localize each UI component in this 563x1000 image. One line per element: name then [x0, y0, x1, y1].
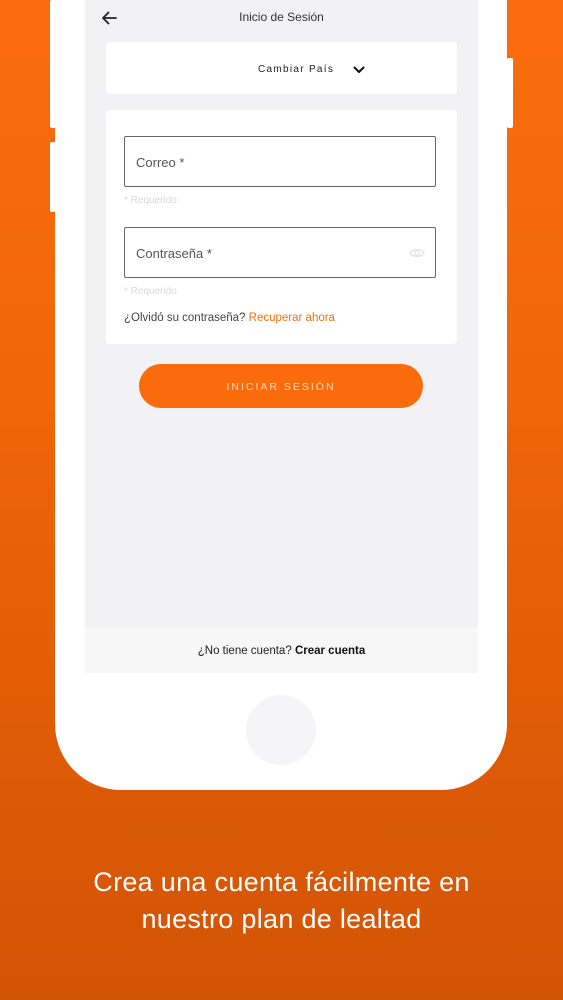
change-country-label: Cambiar País	[258, 64, 335, 75]
password-field[interactable]: Contraseña *	[124, 227, 439, 279]
change-country-selector[interactable]: Cambiar País	[106, 42, 457, 94]
app-screen: Inicio de Sesión Cambiar País Correo * *…	[85, 0, 478, 673]
login-button[interactable]: INICIAR SESIÓN	[139, 364, 423, 408]
email-required-hint: * Requerido	[124, 195, 177, 206]
forgot-password-row: ¿Olvidó su contraseña? Recuperar ahora	[124, 312, 335, 324]
tagline-line-1: Crea una cuenta fácilmente en	[93, 867, 470, 897]
signup-prompt: ¿No tiene cuenta?	[197, 645, 292, 657]
email-input[interactable]	[125, 137, 439, 188]
phone-side-button	[507, 58, 513, 128]
recover-password-link[interactable]: Recuperar ahora	[249, 312, 335, 324]
chevron-down-icon	[353, 66, 365, 73]
promo-tagline: Crea una cuenta fácilmente en nuestro pl…	[0, 864, 563, 938]
forgot-password-text: ¿Olvidó su contraseña?	[124, 312, 246, 324]
signup-row: ¿No tiene cuenta? Crear cuenta	[85, 645, 478, 657]
header: Inicio de Sesión	[85, 0, 478, 34]
phone-home-button	[246, 695, 316, 765]
login-form: Correo * * Requerido Contraseña * * Requ…	[106, 110, 457, 344]
email-field[interactable]: Correo *	[124, 136, 439, 188]
create-account-link[interactable]: Crear cuenta	[295, 645, 365, 657]
password-required-hint: * Requerido	[124, 286, 177, 297]
page-title: Inicio de Sesión	[239, 10, 324, 24]
tagline-line-2: nuestro plan de lealtad	[141, 904, 422, 934]
eye-icon[interactable]	[409, 247, 425, 259]
password-input[interactable]	[125, 228, 439, 279]
signup-bar: ¿No tiene cuenta? Crear cuenta	[85, 627, 478, 673]
